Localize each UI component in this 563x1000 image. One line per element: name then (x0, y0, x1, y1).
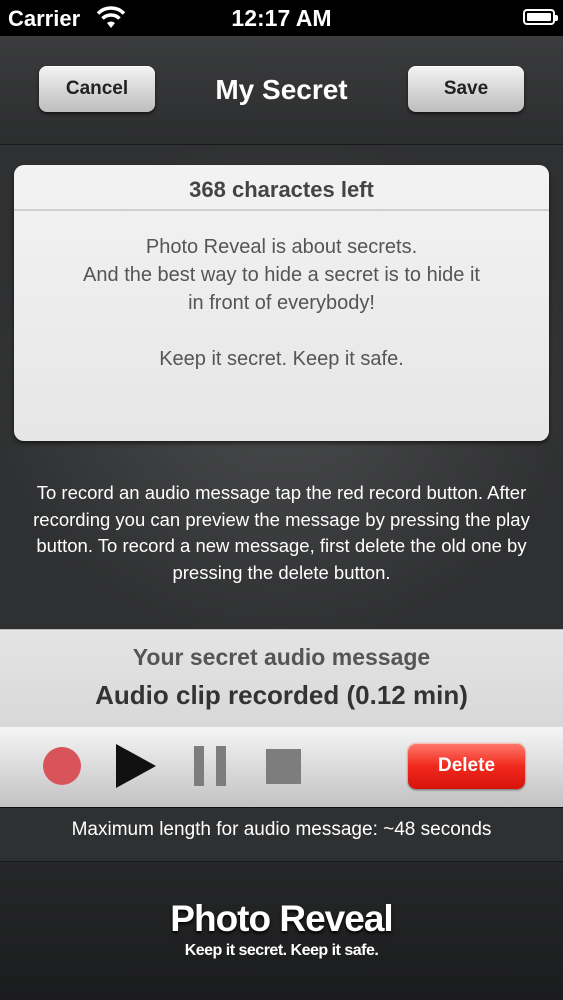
audio-section-title: Your secret audio message (132, 644, 431, 670)
battery-icon (523, 9, 558, 25)
max-length-area: Maximum length for audio message: ~48 se… (0, 808, 563, 862)
pause-icon[interactable] (194, 746, 226, 786)
navigation-bar: Cancel My Secret Save (0, 36, 563, 145)
brand-logo-text: Photo Reveal (170, 898, 393, 939)
secret-text-line: Keep it secret. Keep it safe. (159, 348, 404, 370)
secret-text-line: Photo Reveal is about secrets. (145, 236, 418, 258)
secret-text-card[interactable]: 368 charactes left Photo Reveal is about… (14, 165, 549, 441)
secret-text-blank-line (14, 317, 549, 345)
record-button[interactable] (43, 747, 81, 785)
play-icon[interactable] (116, 744, 156, 788)
status-time: 12:17 AM (231, 5, 332, 31)
save-button[interactable]: Save (408, 66, 524, 112)
max-length-label: Maximum length for audio message: ~48 se… (71, 819, 492, 840)
audio-status: Audio clip recorded (0.12 min) (95, 680, 468, 710)
secret-text-area[interactable]: Photo Reveal is about secrets. And the b… (14, 211, 549, 373)
secret-text-line: And the best way to hide a secret is to … (83, 264, 480, 286)
audio-controls-bar: Delete (0, 727, 563, 808)
status-bar: Carrier 12:17 AM (0, 0, 563, 36)
secret-text-line: in front of everybody! (188, 292, 375, 314)
audio-info-band: Your secret audio message Audio clip rec… (0, 629, 563, 728)
characters-left-label: 368 charactes left (14, 165, 549, 211)
brand-tagline: Keep it secret. Keep it safe. (184, 942, 379, 959)
delete-button[interactable]: Delete (408, 743, 525, 789)
stop-icon[interactable] (266, 749, 301, 784)
recording-instructions: To record an audio message tap the red r… (33, 482, 530, 583)
footer-banner: Photo Reveal Keep it secret. Keep it saf… (0, 862, 563, 1000)
